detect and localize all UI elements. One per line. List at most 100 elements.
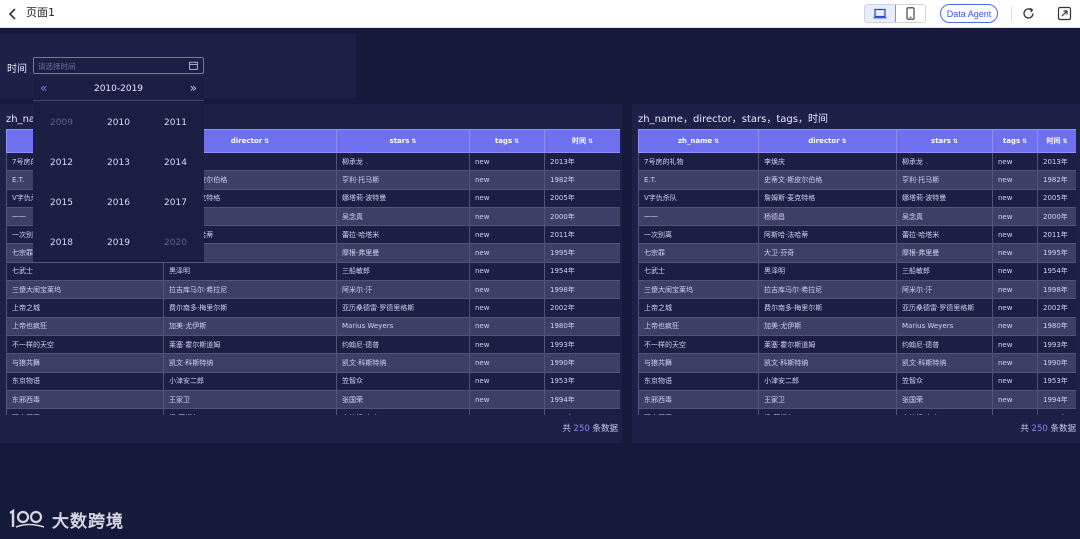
picker-divider xyxy=(33,100,204,101)
table-row[interactable]: 七武士 黑泽明 三船敏郎 new 1954年 xyxy=(6,261,620,282)
table-row[interactable]: 上帝之城 费尔南多·梅里尔斯 亚历桑德雷·罗德里格斯 new 2002年 xyxy=(6,298,620,318)
sort-icon[interactable]: ⇅ xyxy=(1022,138,1027,145)
time-filter-label: 时间 xyxy=(7,64,27,75)
table-cell: 阿米尔·汗 xyxy=(336,280,470,300)
table-cell: 黑泽明 xyxy=(163,261,337,282)
year-option[interactable]: 2013 xyxy=(90,158,147,168)
column-header[interactable]: tags ⇅ xyxy=(992,129,1038,153)
refresh-icon[interactable] xyxy=(1021,6,1036,21)
year-option[interactable]: 2017 xyxy=(147,198,204,208)
column-header[interactable]: stars ⇅ xyxy=(896,129,993,153)
mobile-view-button[interactable] xyxy=(896,5,926,22)
table-cell: 费尔南多·梅里尔斯 xyxy=(758,298,897,318)
table-cell: 摩根·弗里曼 xyxy=(896,243,993,263)
table-cell: 两小无猜 xyxy=(6,408,164,415)
year-option[interactable]: 2011 xyxy=(147,118,204,128)
table-cell: 娜塔莉·波特曼 xyxy=(896,188,993,208)
data-table: zh_name⇅director⇅stars⇅tags⇅时间⇅ 7号房的礼物李焕… xyxy=(638,129,1076,415)
table-row[interactable]: 两小无猜扬·萨缪尔吉约姆·卡内new2003年 xyxy=(6,408,620,415)
table-row[interactable]: 与狼共舞 凯文·科斯特纳 凯文·科斯特纳 new 1990年 xyxy=(6,353,620,373)
table-cell: 2002年 xyxy=(544,298,620,318)
column-header-label: stars xyxy=(931,137,951,145)
time-picker-field[interactable] xyxy=(33,57,204,74)
table-row[interactable]: 三傻大闹宝莱坞 拉吉库马尔·希拉尼 阿米尔·汗 new 1998年 xyxy=(6,280,620,300)
table-cell: new xyxy=(992,408,1038,415)
sort-icon[interactable]: ⇅ xyxy=(514,138,519,145)
sort-icon[interactable]: ⇅ xyxy=(714,138,719,145)
year-option[interactable]: 2018 xyxy=(33,238,90,248)
year-option[interactable]: 2010 xyxy=(90,118,147,128)
mobile-icon xyxy=(906,7,915,20)
table-cell: 两小无猜 xyxy=(638,408,759,415)
table-cell: 笠智众 xyxy=(896,371,993,391)
table-cell: new xyxy=(992,371,1038,391)
table-row[interactable]: 东邪西毒 王家卫 张国荣 new 1994年 xyxy=(6,389,620,410)
back-icon[interactable] xyxy=(6,6,20,22)
table-row[interactable]: V字仇杀队詹姆斯·麦克特格娜塔莉·波特曼new2005年 xyxy=(638,188,1076,208)
table-row[interactable]: 一次别离阿斯哈·法哈蒂蕾拉·哈塔米new2011年 xyxy=(638,225,1076,245)
sort-icon[interactable]: ⇅ xyxy=(842,138,847,145)
column-header[interactable]: 时间 ⇅ xyxy=(544,129,620,153)
calendar-icon xyxy=(189,61,198,70)
table-row[interactable]: 七武士 黑泽明 三船敏郎 new 1954年 xyxy=(638,261,1076,282)
year-option[interactable]: 2016 xyxy=(90,198,147,208)
row-count: 共 250 条数据 xyxy=(562,424,618,434)
table-row[interactable]: 东邪西毒 王家卫 张国荣 new 1994年 xyxy=(638,389,1076,410)
table-cell: 吴念真 xyxy=(336,206,470,227)
table-row[interactable]: 上帝也疯狂 加美·尤伊斯 Marius Weyers new 1980年 xyxy=(638,316,1076,336)
brand-logo: 大数跨境 xyxy=(8,506,124,532)
year-option[interactable]: 2009 xyxy=(33,118,90,128)
table-cell: 2002年 xyxy=(1037,298,1076,318)
column-header[interactable]: zh_name⇅ xyxy=(638,129,759,153)
table-row[interactable]: 7号房的礼物李焕庆柳承龙new2013年 xyxy=(638,151,1076,172)
sort-icon[interactable]: ⇅ xyxy=(953,138,958,145)
table-cell: 1982年 xyxy=(1037,170,1076,190)
year-option[interactable]: 2014 xyxy=(147,158,204,168)
table-cell: 加美·尤伊斯 xyxy=(758,316,897,336)
table-row[interactable]: 上帝也疯狂 加美·尤伊斯 Marius Weyers new 1980年 xyxy=(6,316,620,336)
table-cell: 约翰尼·德普 xyxy=(896,334,993,355)
table-row[interactable]: 一一杨德昌吴念真new2000年 xyxy=(638,206,1076,227)
year-option[interactable]: 2015 xyxy=(33,198,90,208)
time-input[interactable] xyxy=(38,60,178,72)
table-cell: 蕾拉·哈塔米 xyxy=(896,225,993,245)
table-row[interactable]: 两小无猜扬·萨缪尔吉约姆·卡内new2003年 xyxy=(638,408,1076,415)
sort-icon[interactable]: ⇅ xyxy=(588,138,593,145)
column-header[interactable]: tags ⇅ xyxy=(469,129,545,153)
table-cell: 三傻大闹宝莱坞 xyxy=(638,280,759,300)
table-row[interactable]: 上帝之城 费尔南多·梅里尔斯 亚历桑德雷·罗德里格斯 new 2002年 xyxy=(638,298,1076,318)
column-header-label: 时间 xyxy=(1046,137,1061,145)
expand-icon[interactable] xyxy=(1057,6,1072,21)
table-row[interactable]: 不一样的天空 莱塞·霍尔斯道姆 约翰尼·德普 new 1993年 xyxy=(6,334,620,355)
table-cell: 莱塞·霍尔斯道姆 xyxy=(758,334,897,355)
table-cell: 七宗罪 xyxy=(638,243,759,263)
table-row[interactable]: 与狼共舞 凯文·科斯特纳 凯文·科斯特纳 new 1990年 xyxy=(638,353,1076,373)
next-decade-button[interactable]: » xyxy=(190,81,197,95)
table-cell: 凯文·科斯特纳 xyxy=(163,353,337,373)
table-row[interactable]: 东京物语 小津安二郎 笠智众 new 1953年 xyxy=(638,371,1076,391)
sort-icon[interactable]: ⇅ xyxy=(1062,138,1067,145)
table-cell: 费尔南多·梅里尔斯 xyxy=(163,298,337,318)
table-row[interactable]: 东京物语 小津安二郎 笠智众 new 1953年 xyxy=(6,371,620,391)
table-row[interactable]: E.T.史蒂文·斯皮尔伯格亨利·托马斯new1982年 xyxy=(638,170,1076,190)
year-option[interactable]: 2012 xyxy=(33,158,90,168)
table-scroll[interactable]: zh_name⇅director⇅stars⇅tags⇅时间⇅ 7号房的礼物李焕… xyxy=(638,129,1076,415)
table-cell: 李焕庆 xyxy=(758,151,897,172)
column-header[interactable]: stars ⇅ xyxy=(336,129,470,153)
year-option[interactable]: 2019 xyxy=(90,238,147,248)
table-cell: 娜塔莉·波特曼 xyxy=(336,188,470,208)
column-header[interactable]: director ⇅ xyxy=(758,129,897,153)
page-title: 页面1 xyxy=(26,6,55,19)
sort-icon[interactable]: ⇅ xyxy=(411,138,416,145)
table-row[interactable]: 七宗罪大卫·芬奇摩根·弗里曼new1995年 xyxy=(638,243,1076,263)
table-cell: 小津安二郎 xyxy=(758,371,897,391)
table-row[interactable]: 不一样的天空 莱塞·霍尔斯道姆 约翰尼·德普 new 1993年 xyxy=(638,334,1076,355)
table-cell: 摩根·弗里曼 xyxy=(336,243,470,263)
column-header[interactable]: 时间 ⇅ xyxy=(1037,129,1076,153)
year-option[interactable]: 2020 xyxy=(147,238,204,248)
sort-icon[interactable]: ⇅ xyxy=(264,138,269,145)
table-row[interactable]: 三傻大闹宝莱坞 拉吉库马尔·希拉尼 阿米尔·汗 new 1998年 xyxy=(638,280,1076,300)
data-agent-button[interactable]: Data Agent xyxy=(940,4,998,23)
table-cell: 1993年 xyxy=(544,334,620,355)
desktop-view-button[interactable] xyxy=(865,5,896,22)
